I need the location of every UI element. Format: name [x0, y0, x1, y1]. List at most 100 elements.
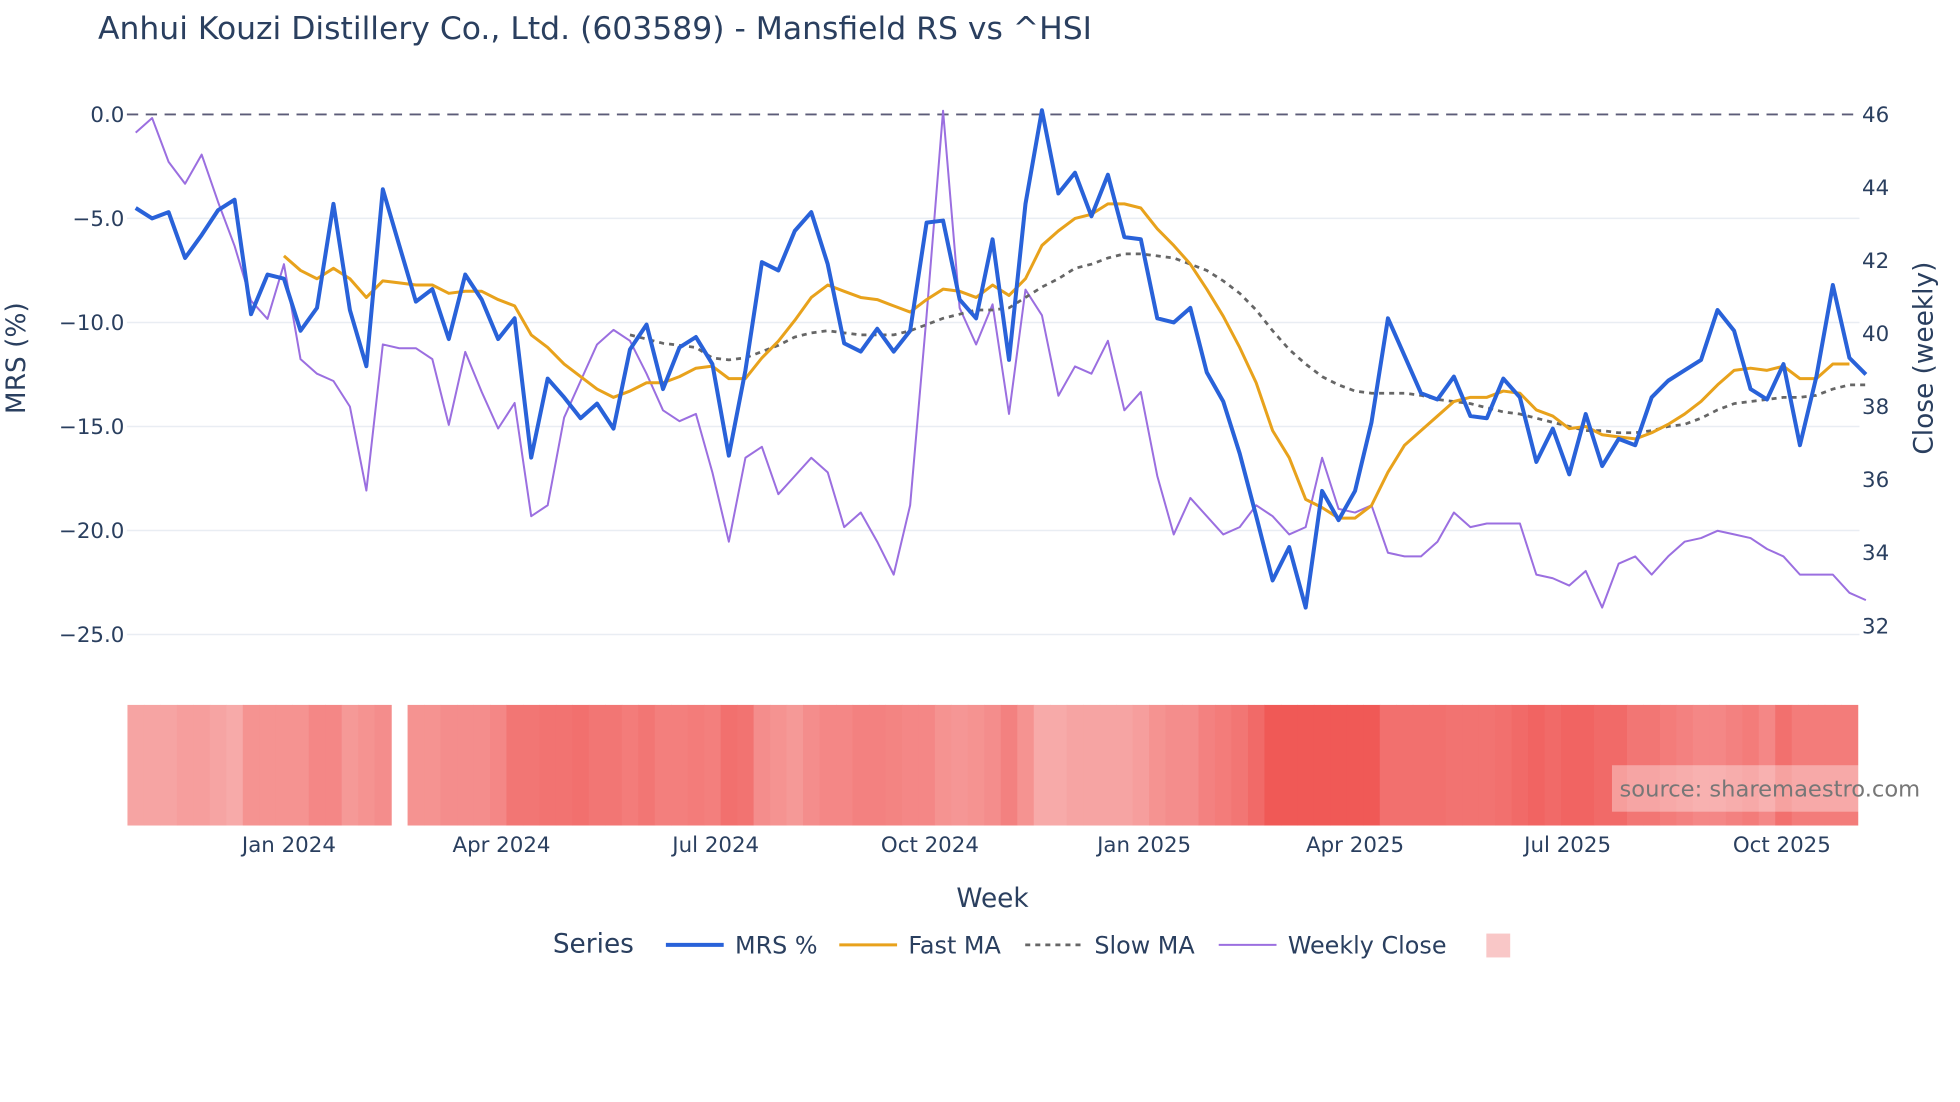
y-axis-title: MRS (%) [2, 302, 32, 414]
series-line-weekly-close [135, 109, 1867, 609]
heatmap-cell [407, 704, 425, 826]
legend-title: Series [553, 929, 634, 959]
y2-axis-title: Close (weekly) [1909, 262, 1939, 455]
x-tick-label: Apr 2025 [1306, 833, 1404, 858]
heatmap-cell [934, 704, 952, 826]
x-axis-title: Week [956, 884, 1029, 914]
heatmap-cell [1528, 704, 1546, 826]
heatmap-cell [242, 704, 260, 826]
heatmap-cell [457, 704, 475, 826]
y-tick-label: −5.0 [73, 207, 125, 232]
heatmap-cell [621, 704, 639, 826]
heatmap-cell [1116, 704, 1134, 826]
heatmap-cell [1593, 704, 1612, 826]
heatmap-cell [1363, 704, 1381, 826]
heatmap-cell [374, 704, 392, 826]
y2-tick-label: 36 [1862, 468, 1889, 493]
x-tick-label: Jan 2025 [1095, 833, 1191, 858]
x-tick-label: Apr 2024 [452, 833, 550, 858]
heatmap-cell [885, 704, 903, 826]
heatmap-cell [1033, 704, 1051, 826]
heatmap-cell [1544, 704, 1562, 826]
heatmap-cell [292, 704, 310, 826]
y2-tick-label: 44 [1862, 176, 1889, 201]
y2-tick-label: 46 [1862, 103, 1889, 128]
heatmap-cell [1247, 704, 1266, 826]
heatmap-cell [1511, 704, 1529, 826]
y-axis-left-ticks: 0.0 −5.0 −10.0 −15.0 −20.0 −25.0 [59, 103, 124, 648]
y2-tick-label: 38 [1862, 395, 1889, 420]
y2-tick-label: 40 [1862, 322, 1889, 347]
legend: Series MRS % Fast MA Slow MA Weekly Close [553, 929, 1511, 960]
plot-lines [126, 108, 1868, 610]
heatmap-cell [951, 704, 969, 826]
heatmap-cell [308, 704, 326, 826]
x-axis-ticks: Jan 2024 Apr 2024 Jul 2024 Oct 2024 Jan 2025… [240, 833, 1831, 858]
heatmap-cell [1429, 704, 1447, 826]
heatmap-cell [835, 704, 854, 826]
heatmap-cell [358, 704, 376, 826]
y-axis-right-ticks: 46 44 42 40 38 36 34 32 [1862, 103, 1889, 639]
heatmap-cell [901, 704, 920, 826]
y-tick-label: −15.0 [59, 415, 124, 440]
legend-label: Weekly Close [1288, 932, 1447, 960]
heatmap-cell [1462, 704, 1480, 826]
heatmap-cell [1017, 704, 1035, 826]
heatmap-cell [737, 704, 755, 826]
heatmap-cell [522, 704, 541, 826]
heatmap-cell [654, 704, 672, 826]
y2-tick-label: 34 [1862, 541, 1889, 566]
heatmap-cell [127, 704, 145, 826]
heatmap-cell [506, 704, 524, 826]
x-tick-label: Oct 2024 [881, 833, 979, 858]
heatmap-cell [1099, 704, 1117, 826]
heatmap-cell [1379, 704, 1397, 826]
heatmap-cell [1478, 704, 1496, 826]
heatmap-cell [588, 704, 606, 826]
heatmap-cell [341, 704, 359, 826]
heatmap-cell [868, 704, 887, 826]
heatmap-cell [193, 704, 211, 826]
x-tick-label: Oct 2025 [1733, 833, 1831, 858]
x-tick-label: Jul 2024 [670, 833, 759, 858]
heatmap-cell [803, 704, 821, 826]
heatmap-cell [555, 704, 573, 826]
y2-tick-label: 42 [1862, 249, 1889, 274]
heatmap-cell [1577, 704, 1595, 826]
heatmap-cell [209, 704, 227, 826]
source-annotation: source: sharemaestro.com [1611, 765, 1942, 812]
heatmap-cell [1264, 704, 1282, 826]
heatmap-cell [967, 704, 985, 826]
heatmap-cell [1132, 704, 1150, 826]
heatmap-cell [918, 704, 936, 826]
heatmap-cell [1396, 704, 1414, 826]
heatmap-cell [770, 704, 788, 826]
heatmap-cell [638, 704, 656, 826]
legend-label: Slow MA [1094, 932, 1195, 960]
heatmap-cell [1050, 704, 1068, 826]
heatmap-cell [1214, 704, 1233, 826]
heatmap-cell [325, 704, 343, 826]
heatmap-cell [1280, 704, 1299, 826]
y-tick-label: −10.0 [59, 311, 124, 336]
heatmap-cell [1083, 704, 1101, 826]
heatmap-cell [489, 704, 508, 826]
x-tick-label: Jul 2025 [1522, 833, 1611, 858]
heatmap-cell [1297, 704, 1315, 826]
heatmap-cell [786, 704, 804, 826]
heatmap-cell [424, 704, 442, 826]
legend-heatmap-swatch [1486, 933, 1511, 958]
heatmap-cell [226, 704, 244, 826]
y2-tick-label: 32 [1862, 614, 1889, 639]
heatmap-cell [259, 704, 277, 826]
heatmap-cell [1198, 704, 1216, 826]
heatmap-cell [1231, 704, 1249, 826]
chart-title: Anhui Kouzi Distillery Co., Ltd. (603589… [98, 11, 1092, 47]
y-tick-label: −20.0 [59, 519, 124, 544]
heatmap-cell [1313, 704, 1331, 826]
heatmap-cell [160, 704, 178, 826]
annotation-text: source: sharemaestro.com [1620, 777, 1921, 803]
heatmap-cell [1346, 704, 1364, 826]
heatmap-cell [275, 704, 293, 826]
heatmap-cell [984, 704, 1002, 826]
